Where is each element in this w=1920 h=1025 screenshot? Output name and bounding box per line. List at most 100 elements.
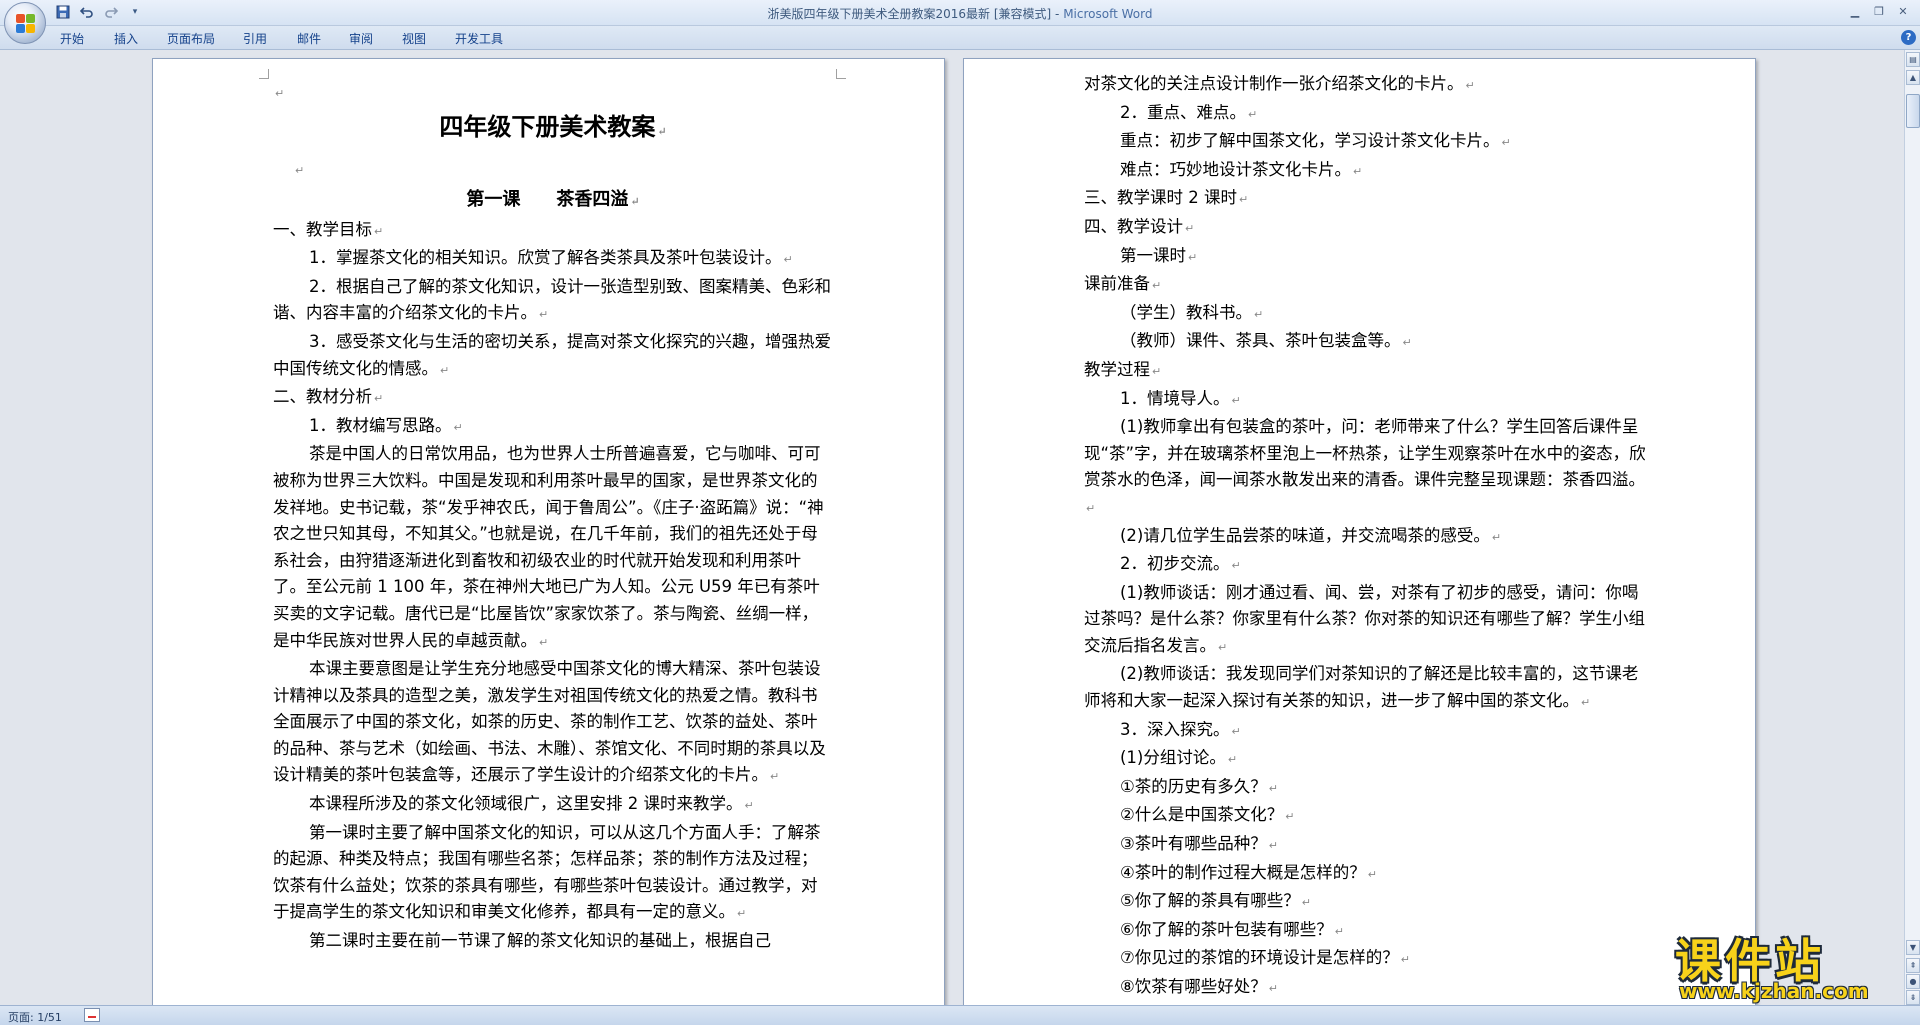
margin-corner bbox=[836, 69, 846, 79]
body-paragraph: 二、教材分析 ↵ bbox=[273, 384, 833, 413]
paragraph-mark: ↵ bbox=[1268, 982, 1279, 995]
body-paragraph: 1．情境导人。 ↵ bbox=[1084, 386, 1654, 415]
paragraph-mark: ↵ bbox=[1491, 530, 1502, 544]
maximize-icon[interactable]: ❐ bbox=[1868, 2, 1890, 20]
paragraph-text: 教学过程 bbox=[1084, 359, 1150, 379]
ruler-toggle-icon[interactable]: ▤ bbox=[1906, 52, 1920, 67]
body-paragraph: 对茶文化的关注点设计制作一张介绍茶文化的卡片。 ↵ bbox=[1084, 71, 1654, 100]
body-paragraph: （教师）课件、茶具、茶叶包装盒等。 ↵ bbox=[1084, 328, 1654, 357]
paragraph-mark: ↵ bbox=[1152, 364, 1162, 378]
paragraph-mark: ↵ bbox=[1086, 501, 1096, 515]
vertical-scrollbar[interactable]: ▤ ▲ ▼ ⇞ ● ⇟ bbox=[1904, 50, 1920, 1005]
tab-references[interactable]: 引用 bbox=[243, 30, 267, 47]
body-paragraph: 2．初步交流。 ↵ bbox=[1084, 551, 1654, 580]
tab-developer[interactable]: 开发工具 bbox=[455, 30, 503, 47]
paragraph-mark: ↵ bbox=[539, 635, 549, 649]
document-page-right[interactable]: 对茶文化的关注点设计制作一张介绍茶文化的卡片。 ↵ 2．重点、难点。 ↵ 重点：初步了解… bbox=[963, 58, 1756, 1005]
paragraph-text: 1．掌握茶文化的相关知识。欣赏了解各类茶具及茶叶包装设计。 bbox=[309, 248, 782, 268]
paragraph-text: 二、教材分析 bbox=[273, 387, 372, 407]
paragraph-text: ③茶叶有哪些品种？ bbox=[1120, 834, 1267, 854]
body-paragraph: ①茶的历史有多久？ ↵ bbox=[1084, 774, 1654, 803]
paragraph-mark: ↵ bbox=[770, 770, 780, 784]
window-title: 浙美版四年级下册美术全册教案2016最新 [兼容模式] - Microsoft … bbox=[0, 5, 1920, 22]
office-button[interactable] bbox=[4, 2, 46, 44]
body-paragraph: 一、教学目标 ↵ bbox=[273, 217, 833, 246]
paragraph-mark: ↵ bbox=[440, 363, 450, 377]
tab-mailings[interactable]: 邮件 bbox=[297, 30, 321, 47]
paragraph-text: 难点：巧妙地设计茶文化卡片。 bbox=[1120, 159, 1351, 179]
tab-home[interactable]: 开始 bbox=[60, 30, 84, 47]
paragraph-mark: ↵ bbox=[1227, 753, 1238, 767]
paragraph-text: (1)教师谈话：刚才通过看、闻、尝，对茶有了初步的感受，请问：你喝过茶吗？是什么… bbox=[1084, 582, 1645, 655]
body-paragraph: 3．深入探究。 ↵ bbox=[1084, 717, 1654, 746]
body-paragraph: 1．掌握茶文化的相关知识。欣赏了解各类茶具及茶叶包装设计。 ↵ bbox=[273, 245, 833, 274]
body-paragraph: 难点：巧妙地设计茶文化卡片。 ↵ bbox=[1084, 157, 1654, 186]
body-paragraph: 第一课时 ↵ bbox=[1084, 243, 1654, 272]
tab-page-layout[interactable]: 页面布局 bbox=[167, 30, 215, 47]
paragraph-text: 三、教学课时 2 课时 bbox=[1084, 188, 1237, 208]
paragraph-mark: ↵ bbox=[374, 392, 384, 406]
paragraph-mark: ↵ bbox=[539, 308, 549, 322]
body-paragraph: ⑦你见过的茶馆的环境设计是怎样的？ ↵ bbox=[1084, 945, 1654, 974]
paragraph-mark: ↵ bbox=[1152, 279, 1162, 293]
body-paragraph: 课前准备 ↵ bbox=[1084, 271, 1654, 300]
body-paragraph: （学生）教科书。 ↵ bbox=[1084, 300, 1654, 329]
paragraph-mark: ↵ bbox=[1218, 640, 1228, 654]
body-paragraph: 2．根据自己了解的茶文化知识，设计一张造型别致、图案精美、色彩和谐、内容丰富的介… bbox=[273, 274, 833, 329]
body-paragraph: (1)分组讨论。 ↵ bbox=[1084, 745, 1654, 774]
paragraph-text: （教师）课件、茶具、茶叶包装盒等。 bbox=[1120, 331, 1401, 351]
document-name: 浙美版四年级下册美术全册教案2016最新 [兼容模式] - bbox=[767, 7, 1064, 21]
paragraph-text: 第一课时 bbox=[1120, 245, 1186, 265]
paragraph-mark: ↵ bbox=[1334, 924, 1345, 938]
paragraph-text: 一、教学目标 bbox=[273, 219, 372, 239]
minimize-icon[interactable]: ▁ bbox=[1844, 2, 1866, 20]
tab-insert[interactable]: 插入 bbox=[114, 30, 138, 47]
paragraph-mark: ↵ bbox=[1501, 136, 1511, 150]
body-paragraph: ⑧饮茶有哪些好处？ ↵ bbox=[1084, 974, 1654, 1003]
body-paragraph: ⑥你了解的茶叶包装有哪些？ ↵ bbox=[1084, 917, 1654, 946]
body-paragraph: 本课程所涉及的茶文化领域很广，这里安排 2 课时来教学。 ↵ bbox=[273, 791, 833, 820]
body-paragraph: 第二课时主要在前一节课了解的茶文化知识的基础上，根据自己 bbox=[273, 928, 833, 955]
paragraph-mark: ↵ bbox=[1268, 781, 1279, 795]
proofing-icon[interactable] bbox=[84, 1008, 100, 1022]
app-name: Microsoft Word bbox=[1063, 7, 1153, 21]
paragraph-text: 本课主要意图是让学生充分地感受中国茶文化的博大精深、茶叶包装设计精神以及茶具的造… bbox=[273, 659, 826, 785]
ribbon-tabs: 开始 插入 页面布局 引用 邮件 审阅 视图 开发工具 ? bbox=[0, 26, 1920, 50]
body-paragraph: (2)教师谈话：我发现同学们对茶知识的了解还是比较丰富的，这节课老师将和大家一起… bbox=[1084, 661, 1654, 716]
paragraph-text: 四、教学设计 bbox=[1084, 216, 1183, 236]
page-number-indicator[interactable]: 页面: 1/51 bbox=[8, 1009, 62, 1025]
body-paragraph: ⑤你了解的茶具有哪些？ ↵ bbox=[1084, 888, 1654, 917]
paragraph-mark: ↵ bbox=[783, 253, 793, 267]
tab-review[interactable]: 审阅 bbox=[349, 30, 373, 47]
paragraph-text: ④茶叶的制作过程大概是怎样的？ bbox=[1120, 862, 1366, 882]
paragraph-mark: ↵ bbox=[1285, 810, 1295, 824]
empty-paragraph: ↵ bbox=[295, 164, 305, 177]
document-page-left[interactable]: ↵ 四年级下册美术教案 ↵ ↵ 第一课 茶香四溢 ↵ 一、教学目标 ↵ 1．掌握茶文化的… bbox=[152, 58, 945, 1005]
paragraph-mark: ↵ bbox=[1188, 250, 1198, 264]
paragraph-text: 2．根据自己了解的茶文化知识，设计一张造型别致、图案精美、色彩和谐、内容丰富的介… bbox=[273, 276, 831, 323]
paragraph-text: 重点：初步了解中国茶文化，学习设计茶文化卡片。 bbox=[1120, 131, 1500, 151]
scroll-up-icon[interactable]: ▲ bbox=[1906, 70, 1920, 85]
lesson-title: 第一课 茶香四溢 ↵ bbox=[466, 188, 640, 210]
site-watermark: 课件站 www.kjzhan.com bbox=[1665, 925, 1920, 1005]
paragraph-mark: ↵ bbox=[1400, 953, 1411, 967]
close-icon[interactable]: ✕ bbox=[1892, 2, 1914, 20]
help-icon[interactable]: ? bbox=[1901, 30, 1916, 45]
paragraph-mark: ↵ bbox=[1185, 221, 1195, 235]
paragraph-mark: ↵ bbox=[453, 420, 463, 434]
page-text-right: 对茶文化的关注点设计制作一张介绍茶文化的卡片。 ↵ 2．重点、难点。 ↵ 重点：初步了解… bbox=[1084, 71, 1654, 1003]
paragraph-text: 1．教材编写思路。 bbox=[309, 415, 452, 435]
body-paragraph: 重点：初步了解中国茶文化，学习设计茶文化卡片。 ↵ bbox=[1084, 128, 1654, 157]
body-paragraph: (2)请几位学生品尝茶的味道，并交流喝茶的感受。 ↵ bbox=[1084, 523, 1654, 552]
status-bar: 页面: 1/51 bbox=[0, 1005, 1920, 1025]
paragraph-text: 课前准备 bbox=[1084, 274, 1150, 294]
paragraph-text: (2)请几位学生品尝茶的味道，并交流喝茶的感受。 bbox=[1120, 525, 1490, 545]
title-bar: ▾ 浙美版四年级下册美术全册教案2016最新 [兼容模式] - Microsof… bbox=[0, 0, 1920, 26]
paragraph-mark: ↵ bbox=[1402, 336, 1412, 350]
paragraph-mark: ↵ bbox=[1465, 79, 1475, 92]
paragraph-text: (1)分组讨论。 bbox=[1120, 748, 1226, 768]
doc-title: 四年级下册美术教案 ↵ bbox=[439, 112, 667, 141]
tab-view[interactable]: 视图 bbox=[402, 30, 426, 47]
scroll-thumb[interactable] bbox=[1906, 94, 1920, 128]
body-paragraph: ③茶叶有哪些品种？ ↵ bbox=[1084, 831, 1654, 860]
